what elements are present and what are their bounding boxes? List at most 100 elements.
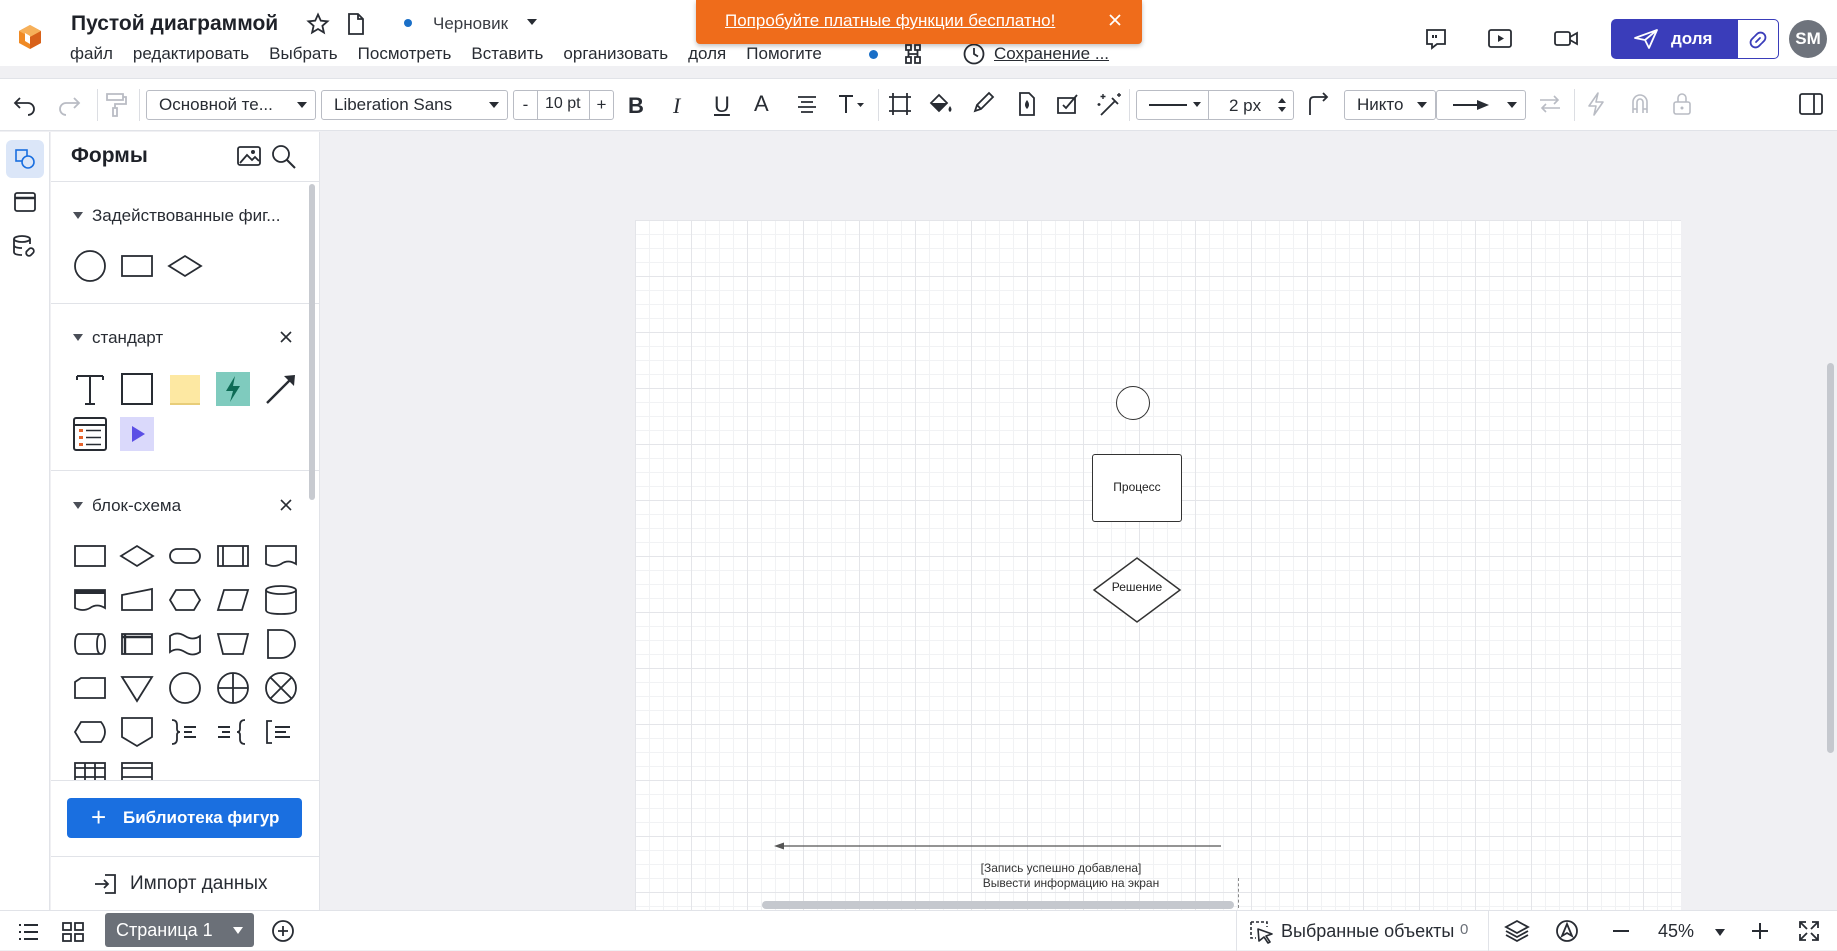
data-link-icon[interactable]	[12, 234, 38, 258]
vertical-scrollbar[interactable]	[1827, 363, 1834, 753]
arrow-line-icon[interactable]	[262, 370, 300, 408]
close-icon[interactable]	[1108, 13, 1122, 27]
list-shape-icon[interactable]	[71, 415, 109, 453]
list-view-icon[interactable]	[16, 921, 40, 943]
share-button[interactable]: доля	[1611, 19, 1737, 59]
rail-shapes-button[interactable]	[6, 140, 44, 178]
shape-library-button[interactable]: + Библиотека фигур	[67, 798, 302, 838]
chevron-down-icon[interactable]	[526, 18, 538, 26]
import-data-button[interactable]: Импорт данных	[51, 856, 319, 910]
line-style-select[interactable]	[1137, 91, 1209, 119]
flow-terminator-shape[interactable]	[166, 537, 204, 575]
menu-select[interactable]: Выбрать	[269, 44, 337, 66]
sticky-note-icon[interactable]	[166, 370, 204, 408]
comments-icon[interactable]	[1424, 28, 1448, 50]
selected-objects-button[interactable]: Выбранные объекты 0	[1236, 911, 1489, 951]
flow-brace-left-note-shape[interactable]	[214, 713, 252, 751]
style-check-icon[interactable]	[1055, 91, 1081, 117]
theme-select[interactable]: Основной те...	[146, 90, 316, 120]
menu-insert[interactable]: Вставить	[471, 44, 543, 66]
flow-off-page-shape[interactable]	[118, 713, 156, 751]
flow-merge-shape[interactable]	[118, 669, 156, 707]
horizontal-scrollbar[interactable]	[762, 901, 1234, 909]
flow-direct-data-shape[interactable]	[71, 625, 109, 663]
user-avatar[interactable]: SM	[1789, 20, 1827, 58]
menu-view[interactable]: Посмотреть	[358, 44, 452, 66]
present-icon[interactable]	[1487, 28, 1513, 50]
flow-predefined-process-shape[interactable]	[214, 537, 252, 575]
line-end-select[interactable]	[1436, 90, 1526, 120]
text-options-icon[interactable]	[837, 93, 865, 115]
bold-button[interactable]: B	[628, 93, 644, 119]
menu-file[interactable]: файл	[70, 44, 113, 66]
org-chart-icon[interactable]	[902, 43, 924, 65]
layers-icon[interactable]	[1504, 919, 1530, 943]
canvas-note-text[interactable]: [Запись успешно добавлена]	[961, 861, 1161, 875]
zoom-level[interactable]: 45%	[1658, 921, 1694, 942]
flow-display-shape[interactable]	[71, 713, 109, 751]
flow-data-shape[interactable]	[214, 581, 252, 619]
flow-annotation-shape[interactable]	[262, 713, 300, 751]
opacity-icon[interactable]	[1014, 91, 1038, 117]
status-dropdown[interactable]: Черновик	[433, 14, 508, 34]
flow-preparation-shape[interactable]	[166, 581, 204, 619]
font-color-button[interactable]: A	[754, 91, 769, 117]
flow-process-shape[interactable]	[71, 537, 109, 575]
save-status-link[interactable]: Сохранение ...	[994, 44, 1109, 64]
line-color-icon[interactable]	[971, 89, 997, 115]
menu-arrange[interactable]: организовать	[563, 44, 668, 66]
canvas-area[interactable]: Процесс Решение [Запись успешно добавлен…	[321, 132, 1837, 910]
shape-diamond[interactable]	[166, 247, 204, 285]
block-shape-icon[interactable]	[118, 370, 156, 408]
line-width-input[interactable]: 2 px	[1229, 96, 1261, 116]
section-used-shapes[interactable]: Задействованные фиг...	[51, 204, 311, 228]
star-icon[interactable]	[306, 12, 330, 36]
template-icon[interactable]	[13, 190, 37, 214]
line-width-spinner-icon[interactable]	[1276, 96, 1288, 114]
swap-arrows-icon[interactable]	[1537, 92, 1563, 116]
add-page-icon[interactable]	[271, 919, 295, 943]
magnet-icon[interactable]	[1629, 91, 1651, 117]
zoom-out-icon[interactable]	[1610, 920, 1632, 942]
flow-multi-document-shape[interactable]	[71, 581, 109, 619]
video-shape-icon[interactable]	[118, 415, 156, 453]
close-icon[interactable]	[279, 330, 293, 344]
clock-icon[interactable]	[962, 42, 986, 66]
menu-share[interactable]: доля	[688, 44, 726, 66]
flow-card-shape[interactable]	[71, 669, 109, 707]
document-title[interactable]: Пустой диаграммой	[71, 12, 278, 36]
action-lightning-icon[interactable]	[214, 370, 252, 408]
undo-icon[interactable]	[12, 92, 38, 116]
shape-bounds-icon[interactable]	[887, 91, 913, 117]
copy-link-button[interactable]	[1737, 19, 1779, 59]
redo-icon[interactable]	[56, 92, 82, 116]
zoom-in-icon[interactable]	[1749, 920, 1771, 942]
fullscreen-icon[interactable]	[1797, 919, 1821, 943]
flow-summing-junction-shape[interactable]	[262, 669, 300, 707]
video-call-icon[interactable]	[1553, 28, 1579, 50]
menu-edit[interactable]: редактировать	[133, 44, 249, 66]
chevron-down-icon[interactable]	[233, 927, 243, 934]
section-standard[interactable]: стандарт	[51, 326, 311, 350]
canvas-note-text[interactable]: Вывести информацию на экран	[941, 876, 1201, 890]
section-flowchart[interactable]: блок-схема	[51, 494, 311, 518]
flow-brace-right-note-shape[interactable]	[166, 713, 204, 751]
page-tab[interactable]: Страница 1	[105, 913, 254, 947]
flow-or-shape[interactable]	[214, 669, 252, 707]
flow-decision-shape[interactable]	[118, 537, 156, 575]
flow-manual-input-shape[interactable]	[118, 581, 156, 619]
magic-wand-icon[interactable]	[1095, 91, 1123, 117]
text-shape-icon[interactable]	[71, 370, 109, 408]
navigation-icon[interactable]	[1555, 919, 1579, 943]
flow-delay-shape[interactable]	[262, 625, 300, 663]
flow-paper-tape-shape[interactable]	[166, 625, 204, 663]
search-icon[interactable]	[271, 144, 297, 170]
font-size-decrease-button[interactable]: -	[514, 91, 538, 119]
flow-document-shape[interactable]	[262, 537, 300, 575]
promo-link[interactable]: Попробуйте платные функции бесплатно!	[725, 11, 1055, 31]
font-family-select[interactable]: Liberation Sans	[321, 90, 508, 120]
flow-internal-storage-shape[interactable]	[118, 625, 156, 663]
align-text-icon[interactable]	[795, 93, 819, 115]
close-icon[interactable]	[279, 498, 293, 512]
grid-view-icon[interactable]	[61, 921, 85, 943]
